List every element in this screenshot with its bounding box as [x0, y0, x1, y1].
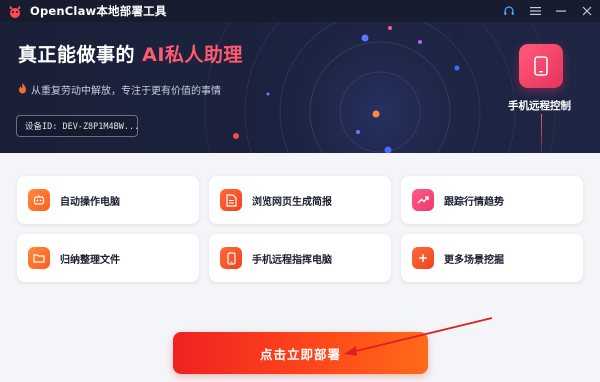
close-icon [582, 6, 592, 16]
document-icon [220, 189, 242, 211]
hero-banner: 真正能做事的 AI私人助理 从重复劳动中解放，专注于更有价值的事情 设备ID: … [0, 22, 600, 153]
feature-label: 跟踪行情趋势 [444, 196, 504, 208]
feature-label: 浏览网页生成简报 [252, 196, 332, 208]
remote-control-button[interactable] [519, 44, 563, 88]
device-id-badge: 设备ID: DEV-Z8P1M4BW... [16, 115, 139, 137]
menu-button[interactable] [522, 0, 548, 22]
hero-subtitle-text: 从重复劳动中解放，专注于更有价值的事情 [31, 86, 221, 97]
support-headset-button[interactable] [496, 0, 522, 22]
title-bar: OpenClaw本地部署工具 [0, 0, 600, 22]
feature-card-market-trend[interactable]: 跟踪行情趋势 [401, 176, 583, 224]
feature-label: 自动操作电脑 [60, 196, 120, 208]
feature-label: 手机远程指挥电脑 [252, 254, 332, 266]
phone-icon [220, 247, 242, 269]
remote-control-label: 手机远程控制 [508, 100, 571, 112]
robot-icon [28, 189, 50, 211]
hamburger-menu-icon [529, 7, 541, 15]
close-button[interactable] [574, 0, 600, 22]
hero-subtitle: 从重复劳动中解放，专注于更有价值的事情 [18, 82, 221, 97]
folder-icon [28, 247, 50, 269]
deploy-now-button[interactable]: 点击立即部署 [173, 332, 428, 374]
feature-card-auto-operate[interactable]: 自动操作电脑 [17, 176, 199, 224]
app-title: OpenClaw本地部署工具 [30, 4, 167, 18]
headset-icon [504, 6, 514, 15]
window-controls [496, 0, 600, 22]
hero-title-accent: AI私人助理 [142, 44, 243, 66]
plus-icon [412, 247, 434, 269]
feature-label: 归纳整理文件 [60, 254, 120, 266]
minimize-button[interactable] [548, 0, 574, 22]
phone-icon [534, 56, 548, 76]
feature-card-phone-remote[interactable]: 手机远程指挥电脑 [209, 234, 391, 282]
trend-icon [412, 189, 434, 211]
remote-connector-line [541, 114, 542, 153]
fire-icon [18, 82, 27, 97]
feature-label: 更多场景挖掘 [444, 254, 504, 266]
feature-card-web-brief[interactable]: 浏览网页生成简报 [209, 176, 391, 224]
feature-card-organize-files[interactable]: 归纳整理文件 [17, 234, 199, 282]
feature-card-more-scenarios[interactable]: 更多场景挖掘 [401, 234, 583, 282]
hero-title-prefix: 真正能做事的 [18, 44, 143, 66]
hero-title: 真正能做事的 AI私人助理 [18, 40, 243, 67]
minimize-icon [556, 10, 566, 12]
app-logo-icon [8, 4, 22, 18]
